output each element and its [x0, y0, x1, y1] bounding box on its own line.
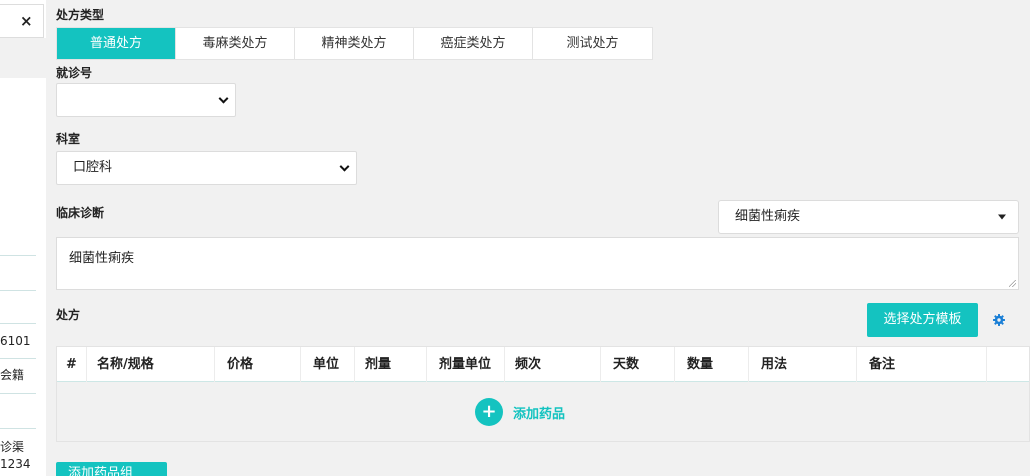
select-template-button[interactable]: 选择处方模板 [867, 303, 978, 337]
tab-cancer[interactable]: 癌症类处方 [414, 28, 533, 59]
diagnosis-textarea[interactable]: 细菌性痢疾 [56, 237, 1019, 290]
column-header: 频次 [505, 347, 601, 382]
resize-handle[interactable] [1009, 280, 1016, 287]
left-snippet: 会籍 [0, 368, 25, 382]
left-snippet: 诊渠 [0, 440, 25, 454]
visit-no-select[interactable] [56, 83, 236, 117]
diagnosis-select-value: 细菌性痢疾 [735, 209, 801, 224]
column-header: 名称/规格 [87, 347, 215, 382]
left-snippet: 1234 [0, 457, 31, 471]
column-header: # [57, 347, 87, 382]
chevron-down-icon [339, 161, 350, 172]
column-header: 天数 [601, 347, 675, 382]
add-drug-group-label: 添加药品组 [68, 466, 134, 476]
caret-down-icon [998, 214, 1006, 220]
tab-narcotic[interactable]: 毒麻类处方 [176, 28, 295, 59]
prescription-table: # 名称/规格 价格 单位 剂量 剂量单位 频次 天数 数量 用法 备注 + 添… [56, 346, 1030, 442]
column-header: 用法 [749, 347, 857, 382]
close-icon[interactable]: × [20, 12, 33, 30]
column-header: 剂量单位 [427, 347, 505, 382]
gear-icon[interactable] [992, 313, 1006, 327]
add-drug-label: 添加药品 [513, 406, 566, 422]
left-snippet: 6101 [0, 334, 31, 348]
table-header: # 名称/规格 价格 单位 剂量 剂量单位 频次 天数 数量 用法 备注 [57, 347, 1029, 382]
chevron-down-icon [218, 93, 229, 104]
column-header: 单位 [301, 347, 355, 382]
column-header: 剂量 [355, 347, 427, 382]
add-drug-group-button[interactable]: 添加药品组 [56, 462, 167, 476]
department-select[interactable]: 口腔科 [56, 151, 357, 185]
tab-test[interactable]: 测试处方 [533, 28, 652, 59]
prescription-type-tabs: 普通处方 毒麻类处方 精神类处方 癌症类处方 测试处方 [56, 27, 653, 60]
left-panel: × 6101 会籍 诊渠 1234 [0, 0, 46, 476]
column-header: 备注 [857, 347, 987, 382]
tab-psychotropic[interactable]: 精神类处方 [295, 28, 414, 59]
tab-general[interactable]: 普通处方 [57, 28, 176, 59]
prescription-label: 处方 [56, 308, 81, 322]
plus-icon: + [475, 398, 503, 426]
department-value: 口腔科 [73, 160, 113, 175]
diagnosis-text: 细菌性痢疾 [69, 251, 135, 266]
department-label: 科室 [56, 132, 81, 146]
visit-no-label: 就诊号 [56, 66, 93, 80]
prescription-type-label: 处方类型 [56, 8, 105, 22]
left-header: × [0, 4, 44, 38]
add-drug-button[interactable]: + 添加药品 [475, 398, 565, 426]
diagnosis-select[interactable]: 细菌性痢疾 [718, 200, 1019, 234]
diagnosis-label: 临床诊断 [56, 206, 105, 220]
column-header: 数量 [675, 347, 749, 382]
column-header: 价格 [215, 347, 301, 382]
